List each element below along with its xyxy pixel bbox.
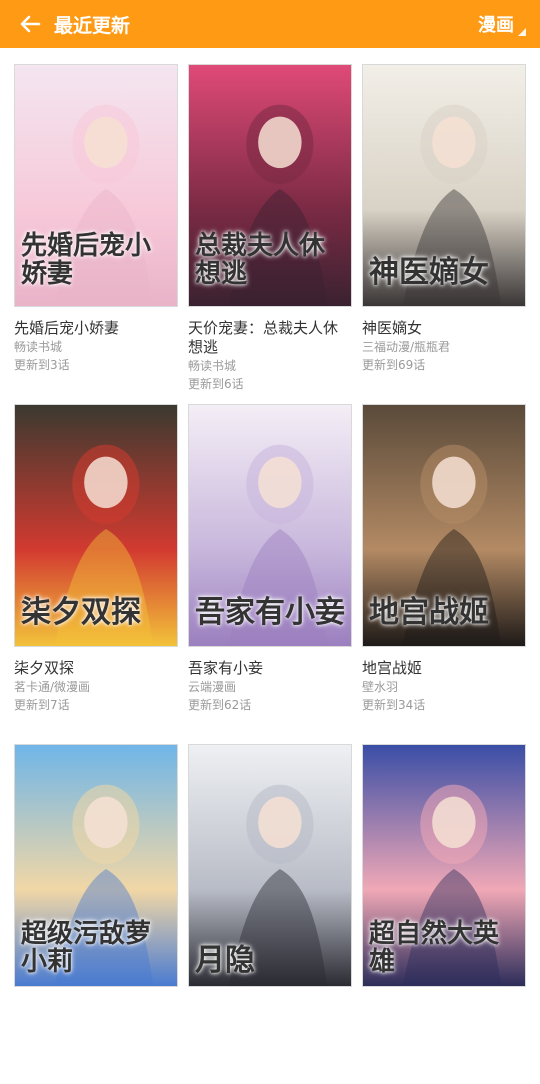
back-button[interactable] xyxy=(8,0,52,48)
book-cover[interactable]: 超自然大英雄 xyxy=(362,744,526,987)
cover-title-art: 吾家有小妾 xyxy=(195,594,345,630)
book-card[interactable]: 吾家有小妾 吾家有小妾 云端漫画 更新到62话 xyxy=(188,404,352,744)
book-author: 壁水羽 xyxy=(362,680,399,694)
category-dropdown[interactable]: 漫画 xyxy=(478,0,526,48)
page-title: 最近更新 xyxy=(54,14,131,37)
book-author: 畅读书城 xyxy=(14,340,63,354)
book-card[interactable]: 地宫战姬 地宫战姬 壁水羽 更新到34话 xyxy=(362,404,526,744)
dropdown-corner-icon xyxy=(518,28,526,36)
book-author: 三福动漫/瓶瓶君 xyxy=(362,340,451,354)
book-cover[interactable]: 先婚后宠小娇妻 xyxy=(14,64,178,307)
book-update-status: 更新到6话 xyxy=(188,377,244,391)
book-card[interactable]: 超自然大英雄 xyxy=(362,744,526,1084)
book-title: 天价宠妻：总裁夫人休想逃 xyxy=(188,319,339,356)
cover-title-art: 月隐 xyxy=(195,942,255,978)
book-update-status: 更新到62话 xyxy=(188,698,252,712)
book-title: 地宫战姬 xyxy=(362,659,423,677)
book-author: 茗卡通/微漫画 xyxy=(14,680,91,694)
book-card[interactable]: 超级污敌萝小莉 xyxy=(14,744,178,1084)
book-title: 吾家有小妾 xyxy=(188,659,264,677)
book-cover[interactable]: 地宫战姬 xyxy=(362,404,526,647)
book-cover[interactable]: 神医嫡女 xyxy=(362,64,526,307)
book-author: 云端漫画 xyxy=(188,680,237,694)
cover-title-art: 先婚后宠小娇妻 xyxy=(21,231,152,289)
book-card[interactable]: 神医嫡女 神医嫡女 三福动漫/瓶瓶君 更新到69话 xyxy=(362,64,526,404)
book-update-status: 更新到69话 xyxy=(362,358,426,372)
book-cover[interactable]: 超级污敌萝小莉 xyxy=(14,744,178,987)
book-title: 神医嫡女 xyxy=(362,319,423,337)
book-cover[interactable]: 吾家有小妾 xyxy=(188,404,352,647)
book-cover[interactable]: 柒夕双探 xyxy=(14,404,178,647)
app-bar: 最近更新 漫画 xyxy=(0,0,540,48)
cover-title-art: 柒夕双探 xyxy=(21,594,141,630)
book-update-status: 更新到3话 xyxy=(14,358,70,372)
book-card[interactable]: 总裁夫人休想逃天价宠妻：总裁夫人休想逃畅读书城更新到6话 xyxy=(188,64,352,404)
cover-title-art: 超级污敌萝小莉 xyxy=(21,919,152,977)
cover-title-art: 神医嫡女 xyxy=(369,254,489,290)
book-title: 先婚后宠小娇妻 xyxy=(14,319,120,337)
book-update-status: 更新到34话 xyxy=(362,698,426,712)
book-title: 柒夕双探 xyxy=(14,659,75,677)
arrow-left-icon xyxy=(20,15,41,33)
book-card[interactable]: 月隐 xyxy=(188,744,352,1084)
book-update-status: 更新到7话 xyxy=(14,698,70,712)
cover-title-art: 超自然大英雄 xyxy=(369,919,500,977)
cover-title-art: 地宫战姬 xyxy=(369,594,489,630)
book-grid: 先婚后宠小娇妻 先婚后宠小娇妻 畅读书城 更新到3话 总裁夫人休想逃 天价宠妻：总裁夫人休… xyxy=(14,64,526,1084)
category-label: 漫画 xyxy=(478,15,514,36)
book-cover[interactable]: 月隐 xyxy=(188,744,352,987)
cover-title-art: 总裁夫人休想逃 xyxy=(195,231,326,289)
book-card[interactable]: 先婚后宠小娇妻 先婚后宠小娇妻 畅读书城 更新到3话 xyxy=(14,64,178,404)
book-author: 畅读书城 xyxy=(188,359,237,373)
book-cover[interactable]: 总裁夫人休想逃 xyxy=(188,64,352,307)
book-card[interactable]: 柒夕双探 柒夕双探 茗卡通/微漫画 更新到7话 xyxy=(14,404,178,744)
